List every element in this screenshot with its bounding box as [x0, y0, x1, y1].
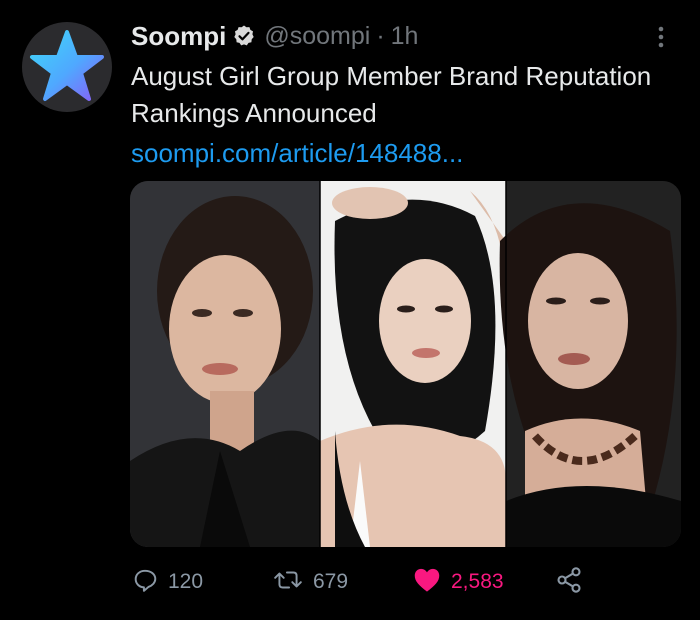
reply-button[interactable]: 120 [132, 562, 203, 602]
like-button[interactable]: 2,583 [413, 562, 504, 602]
tweet-card[interactable]: Soompi @soompi · 1h August Girl Group Me… [0, 0, 700, 620]
photo-panel-left [130, 181, 320, 547]
photo-panel-center [320, 181, 506, 547]
article-link[interactable]: soompi.com/article/148488... [131, 135, 463, 172]
share-button[interactable] [555, 562, 583, 602]
display-name[interactable]: Soompi [131, 21, 226, 52]
retweet-button[interactable]: 679 [273, 562, 348, 602]
timestamp[interactable]: 1h [391, 22, 419, 51]
reply-count: 120 [168, 570, 204, 593]
tweet-text: August Girl Group Member Brand Reputatio… [131, 61, 652, 128]
media-image[interactable] [130, 181, 681, 547]
retweet-icon [273, 567, 303, 598]
star-icon [30, 30, 104, 101]
heart-icon [413, 567, 441, 598]
more-vertical-icon[interactable] [646, 22, 676, 52]
avatar[interactable] [22, 22, 112, 112]
like-count: 2,583 [451, 570, 504, 593]
action-bar: 120 679 2,583 [0, 562, 700, 602]
separator-dot: · [376, 21, 385, 50]
photo-panel-right [499, 181, 681, 547]
verified-badge-icon [232, 24, 256, 48]
tweet-header: Soompi @soompi · 1h [131, 16, 418, 56]
reply-icon [132, 567, 158, 598]
share-icon [555, 566, 583, 599]
user-handle[interactable]: @soompi [264, 22, 370, 51]
retweet-count: 679 [313, 570, 349, 593]
